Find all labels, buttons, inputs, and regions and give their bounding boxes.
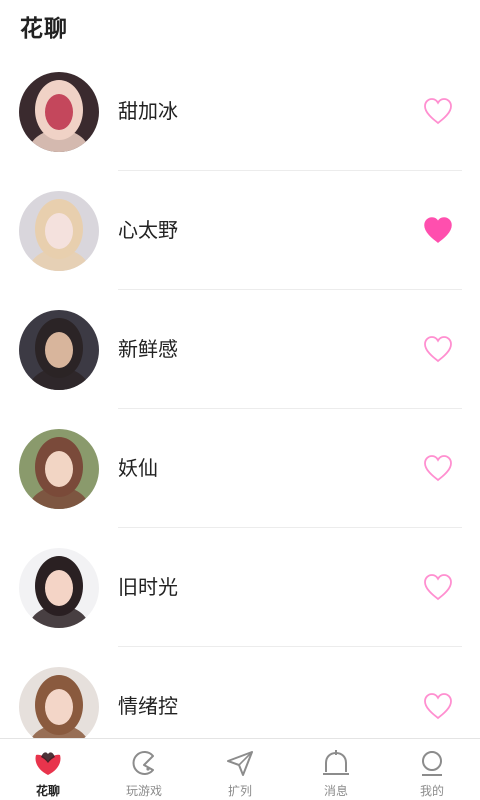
avatar[interactable]	[19, 72, 99, 152]
heart-icon[interactable]	[422, 453, 454, 483]
avatar[interactable]	[19, 429, 99, 509]
avatar[interactable]	[19, 191, 99, 271]
avatar[interactable]	[19, 667, 99, 738]
flower-chat-icon	[32, 748, 64, 778]
list-item[interactable]: 妖仙	[0, 409, 480, 528]
tab-game[interactable]: 玩游戏	[96, 739, 192, 800]
heart-icon[interactable]	[422, 572, 454, 602]
list-item[interactable]: 旧时光	[0, 528, 480, 647]
tab-label: 玩游戏	[125, 784, 162, 798]
user-name: 心太野	[118, 218, 178, 242]
send-icon	[224, 748, 256, 778]
list-item[interactable]: 情绪控	[0, 647, 480, 738]
game-icon	[128, 748, 160, 778]
list-item[interactable]: 新鲜感	[0, 290, 480, 409]
user-list[interactable]: 甜加冰心太野新鲜感妖仙旧时光情绪控	[0, 52, 480, 738]
tab-bell[interactable]: 消息	[288, 739, 384, 800]
heart-icon[interactable]	[422, 691, 454, 721]
user-name: 旧时光	[118, 575, 178, 599]
page-title: 花聊	[20, 16, 68, 42]
heart-icon[interactable]	[422, 334, 454, 364]
tab-label: 我的	[419, 784, 444, 798]
bell-icon	[320, 748, 352, 778]
user-name: 甜加冰	[118, 99, 178, 123]
tab-label: 扩列	[227, 784, 252, 798]
bottom-tab-bar: 花聊 玩游戏 扩列 消息 我的	[0, 738, 480, 800]
user-name: 妖仙	[118, 456, 158, 480]
user-name: 新鲜感	[118, 337, 178, 361]
avatar[interactable]	[19, 310, 99, 390]
avatar[interactable]	[19, 548, 99, 628]
tab-label: 消息	[323, 784, 348, 798]
profile-icon	[416, 748, 448, 778]
header: 花聊	[0, 0, 480, 56]
tab-send[interactable]: 扩列	[192, 739, 288, 800]
tab-flower-chat[interactable]: 花聊	[0, 739, 96, 800]
heart-icon[interactable]	[422, 96, 454, 126]
list-item[interactable]: 甜加冰	[0, 52, 480, 171]
list-item[interactable]: 心太野	[0, 171, 480, 290]
tab-profile[interactable]: 我的	[384, 739, 480, 800]
heart-filled-icon[interactable]	[422, 215, 454, 245]
tab-label: 花聊	[35, 784, 60, 798]
user-name: 情绪控	[118, 694, 178, 718]
app-root: 花聊 甜加冰 心太野 新鲜感 妖仙 旧时光 情绪控 花聊 玩游戏 扩列 消息 我的	[0, 0, 480, 800]
